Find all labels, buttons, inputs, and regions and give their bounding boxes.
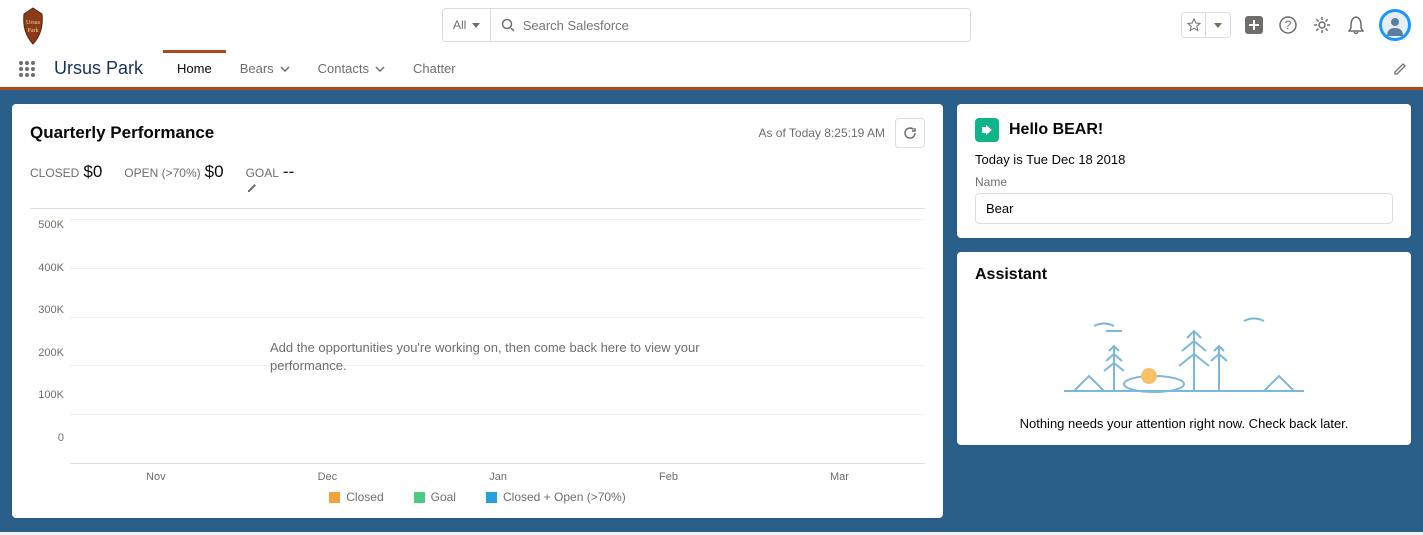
favorite-dropdown-icon[interactable] [1206, 13, 1230, 37]
legend-closed: Closed [329, 490, 383, 504]
org-logo: Ursus Park [12, 4, 54, 46]
metric-open: OPEN (>70%)$0 [124, 162, 223, 194]
app-launcher-icon[interactable] [12, 54, 42, 84]
assistant-illustration [975, 296, 1393, 406]
svg-text:Ursus: Ursus [26, 20, 41, 26]
refresh-button[interactable] [895, 118, 925, 148]
nav-tabs: Home Bears Contacts Chatter [163, 50, 470, 87]
hello-card: Hello BEAR! Today is Tue Dec 18 2018 Nam… [957, 104, 1411, 238]
notifications-bell-icon[interactable] [1345, 14, 1367, 36]
metric-closed: CLOSED$0 [30, 162, 102, 194]
assistant-title: Assistant [975, 266, 1393, 284]
svg-text:?: ? [1285, 18, 1292, 32]
search-input[interactable] [523, 18, 961, 33]
chart-legend: Closed Goal Closed + Open (>70%) [30, 490, 925, 504]
search-scope-dropdown[interactable]: All [442, 8, 491, 42]
app-nav: Ursus Park Home Bears Contacts Chatter [0, 50, 1423, 90]
global-add-icon[interactable] [1243, 14, 1265, 36]
tab-bears[interactable]: Bears [226, 50, 304, 87]
help-icon[interactable]: ? [1277, 14, 1299, 36]
edit-goal-icon[interactable] [246, 182, 299, 194]
hello-name-input[interactable] [975, 193, 1393, 224]
assistant-card: Assistant [957, 252, 1411, 445]
hello-component-icon [975, 118, 999, 142]
caret-down-icon [472, 23, 480, 28]
chart-empty-message: Add the opportunities you're working on,… [270, 339, 730, 375]
user-avatar[interactable] [1379, 9, 1411, 41]
right-column: Hello BEAR! Today is Tue Dec 18 2018 Nam… [957, 104, 1411, 518]
qp-chart: 500K 400K 300K 200K 100K 0 Add the oppor… [30, 219, 925, 464]
hello-date: Today is Tue Dec 18 2018 [975, 152, 1393, 167]
qp-header: Quarterly Performance As of Today 8:25:1… [30, 118, 925, 148]
tab-home[interactable]: Home [163, 50, 226, 87]
hello-name-label: Name [975, 175, 1393, 189]
page-content: Quarterly Performance As of Today 8:25:1… [0, 90, 1423, 532]
assistant-message: Nothing needs your attention right now. … [975, 416, 1393, 431]
chevron-down-icon[interactable] [280, 66, 290, 72]
tab-contacts[interactable]: Contacts [304, 50, 399, 87]
svg-text:Park: Park [28, 28, 39, 34]
favorite-star-icon[interactable] [1182, 13, 1206, 37]
qp-asof: As of Today 8:25:19 AM [758, 126, 885, 140]
header-utility-icons: ? [1181, 9, 1411, 41]
chevron-down-icon[interactable] [375, 66, 385, 72]
chart-plot-area: Add the opportunities you're working on,… [70, 219, 925, 464]
favorites-combo [1181, 12, 1231, 38]
chart-y-axis: 500K 400K 300K 200K 100K 0 [30, 219, 70, 464]
hello-title: Hello BEAR! [1009, 121, 1103, 139]
search-icon [501, 18, 514, 32]
chart-x-axis: Nov Dec Jan Feb Mar [70, 471, 925, 483]
metric-goal: GOAL-- [246, 162, 299, 194]
tab-chatter[interactable]: Chatter [399, 50, 470, 87]
qp-metrics: CLOSED$0 OPEN (>70%)$0 GOAL-- [30, 162, 925, 209]
app-name: Ursus Park [54, 58, 143, 79]
search-box[interactable] [491, 8, 971, 42]
global-search: All [442, 8, 971, 42]
setup-gear-icon[interactable] [1311, 14, 1333, 36]
search-scope-label: All [453, 18, 466, 32]
quarterly-performance-card: Quarterly Performance As of Today 8:25:1… [12, 104, 943, 518]
legend-closed-open: Closed + Open (>70%) [486, 490, 626, 504]
global-header: Ursus Park All ? [0, 0, 1423, 50]
legend-goal: Goal [414, 490, 456, 504]
qp-title: Quarterly Performance [30, 123, 214, 143]
edit-nav-icon[interactable] [1389, 58, 1411, 80]
